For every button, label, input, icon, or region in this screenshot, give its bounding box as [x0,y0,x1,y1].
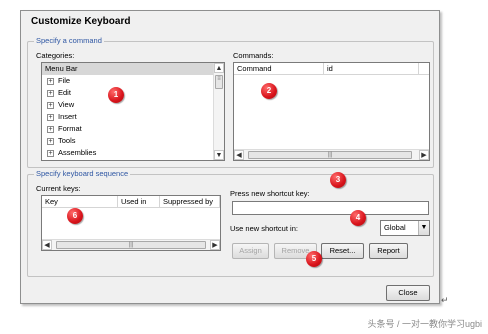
categories-tree[interactable]: Menu Bar + File + Edit + View + Insert + Form… [41,62,225,161]
expand-icon[interactable]: + [47,101,54,109]
chevron-down-icon[interactable]: ▼ [418,221,429,235]
shortcut-key-input[interactable] [232,201,429,215]
expand-icon[interactable]: + [47,125,54,133]
dialog-title: Customize Keyboard [31,16,131,27]
watermark-text: 头条号 / 一对一教你学习ugbi [367,319,482,329]
assign-button[interactable]: Assign [232,243,269,259]
expand-icon[interactable]: + [47,149,54,157]
commands-label: Commands: [233,51,274,60]
expand-icon[interactable]: + [47,137,54,145]
expand-icon[interactable]: + [47,113,54,121]
keyboard-sequence-group-label: Specify keyboard sequence [34,169,131,179]
reset-button[interactable]: Reset... [321,243,364,259]
press-shortcut-label: Press new shortcut key: [230,189,310,198]
arrow-down-icon[interactable]: ▼ [214,150,224,160]
callout-badge-5: 5 [306,251,322,267]
column-header-command[interactable]: Command [234,63,324,75]
expand-icon[interactable]: + [47,89,54,97]
category-item[interactable]: + Edit [42,87,224,99]
commands-header: Command id [234,63,429,75]
current-keys-horizontal-scrollbar[interactable]: ◀ ||| ▶ [42,239,220,250]
commands-horizontal-scrollbar[interactable]: ◀ ||| ▶ [234,149,429,160]
command-group: Specify a command Categories: Menu Bar +… [27,36,434,168]
customize-keyboard-dialog: Customize Keyboard Specify a command Cat… [20,10,440,304]
current-keys-list[interactable]: Key Used in Suppressed by ◀ ||| ▶ [41,195,221,251]
callout-badge-4: 4 [350,210,366,226]
callout-badge-1: 1 [108,87,124,103]
category-label: File [58,76,71,85]
current-keys-label: Current keys: [36,184,81,193]
category-label: Format [58,124,82,133]
category-label: Menu Bar [45,64,78,73]
category-label: Edit [58,88,71,97]
column-header-suppressed-by[interactable]: Suppressed by [160,196,220,208]
arrow-up-icon[interactable]: ▲ [214,63,224,73]
close-button[interactable]: Close [386,285,430,301]
category-label: View [58,100,75,109]
scroll-thumb[interactable]: ≡ [215,75,223,89]
arrow-right-icon[interactable]: ▶ [210,240,220,250]
category-item[interactable]: Menu Bar [42,63,224,75]
callout-badge-2: 2 [261,83,277,99]
shortcut-scope-select[interactable]: Global ▼ [380,220,430,236]
command-group-label: Specify a command [34,36,104,46]
arrow-left-icon[interactable]: ◀ [234,150,244,160]
categories-label: Categories: [36,51,75,60]
callout-badge-3: 3 [330,172,346,188]
expand-icon[interactable]: + [47,77,54,85]
scroll-thumb[interactable]: ||| [56,241,206,249]
callout-badge-6: 6 [67,208,83,224]
category-item[interactable]: + Assemblies [42,147,224,159]
category-label: Tools [58,136,76,145]
use-shortcut-label: Use new shortcut in: [230,224,298,233]
category-item[interactable]: + Format [42,123,224,135]
arrow-left-icon[interactable]: ◀ [42,240,52,250]
current-keys-header: Key Used in Suppressed by [42,196,220,208]
scroll-thumb[interactable]: ||| [248,151,412,159]
text-cursor-mark: ↵ [441,295,449,305]
category-label: Assemblies [58,148,97,157]
keyboard-sequence-group: Specify keyboard sequence Current keys: … [27,169,434,277]
category-item[interactable]: + View [42,99,224,111]
column-header-id[interactable]: id [324,63,419,75]
column-header-key[interactable]: Key [42,196,118,208]
report-button[interactable]: Report [369,243,408,259]
arrow-right-icon[interactable]: ▶ [419,150,429,160]
category-item[interactable]: + Insert [42,111,224,123]
column-header-used-in[interactable]: Used in [118,196,160,208]
categories-vertical-scrollbar[interactable]: ▲ ≡ ▼ [213,63,224,160]
category-item[interactable]: + Tools [42,135,224,147]
category-label: Insert [58,112,77,121]
shortcut-scope-value: Global [384,223,406,232]
commands-list[interactable]: Command id ◀ ||| ▶ [233,62,430,161]
category-item[interactable]: + File [42,75,224,87]
